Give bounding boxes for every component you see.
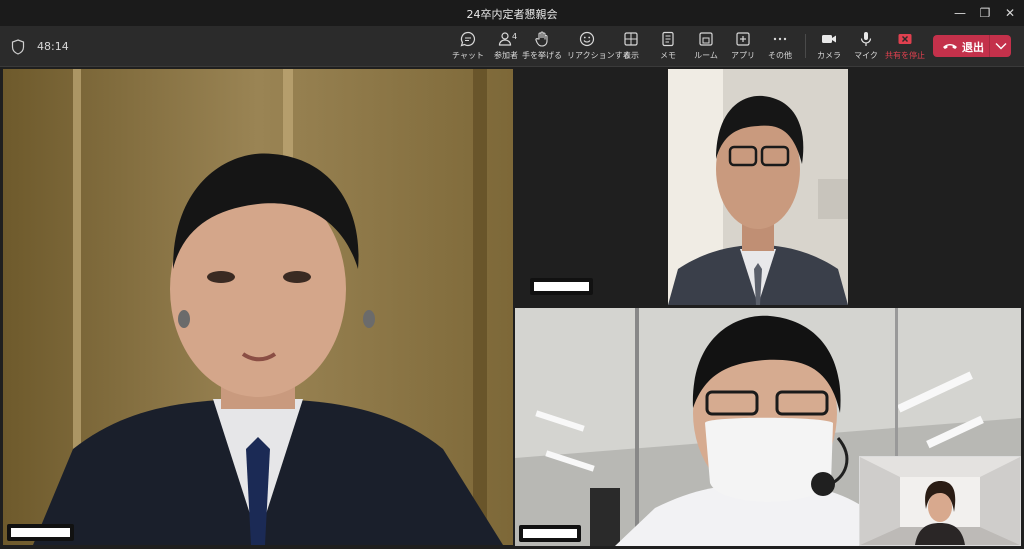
camera-icon	[822, 35, 836, 43]
participants-button[interactable]: 4 参加者	[486, 30, 526, 61]
chat-button[interactable]: チャット	[448, 30, 488, 61]
raise-hand-button[interactable]: 手を挙げる	[522, 30, 562, 61]
chat-icon	[460, 31, 476, 47]
more-button[interactable]: その他	[760, 30, 800, 61]
mic-icon	[860, 32, 872, 46]
video-tile-2[interactable]	[668, 69, 848, 305]
leave-button[interactable]: 退出	[933, 35, 989, 57]
raise-hand-label: 手を挙げる	[522, 51, 562, 60]
self-video	[860, 457, 1020, 545]
participant-name-tag	[519, 525, 581, 542]
title-bar: 24卒内定者懇親会 — ❐ ✕	[0, 0, 1024, 26]
leave-dropdown[interactable]	[989, 35, 1012, 57]
mic-label: マイク	[854, 51, 878, 60]
notes-icon	[662, 31, 674, 47]
camera-label: カメラ	[817, 51, 841, 60]
more-label: その他	[768, 51, 792, 60]
stop-share-icon	[898, 34, 912, 44]
participants-label: 参加者	[494, 51, 518, 60]
view-label: 表示	[623, 51, 639, 60]
rooms-icon	[699, 32, 713, 46]
hand-icon	[535, 31, 548, 47]
meeting-timer: 48:14	[37, 40, 69, 53]
close-icon[interactable]: ✕	[1000, 4, 1020, 22]
leave-label: 退出	[962, 41, 984, 54]
video-tile-1[interactable]	[3, 69, 513, 545]
minimize-icon[interactable]: —	[950, 4, 970, 22]
participant-video	[3, 69, 513, 545]
participant-video	[668, 69, 848, 305]
participant-name-tag	[7, 524, 74, 541]
mic-button[interactable]: マイク	[846, 30, 886, 61]
phone-hangup-icon	[943, 44, 957, 49]
more-icon	[773, 37, 787, 41]
toolbar-divider	[805, 34, 806, 58]
video-tile-3[interactable]	[515, 308, 1021, 546]
react-button[interactable]: リアクションする	[567, 30, 631, 61]
self-view-tile[interactable]	[859, 456, 1021, 546]
camera-button[interactable]: カメラ	[809, 30, 849, 61]
notes-button[interactable]: メモ	[648, 30, 688, 61]
participant-name-tag	[530, 278, 593, 295]
notes-label: メモ	[660, 51, 676, 60]
react-label: リアクションする	[567, 51, 631, 60]
participants-count: 4	[512, 32, 518, 41]
grid-icon	[624, 32, 638, 46]
apps-button[interactable]: アプリ	[723, 30, 763, 61]
chevron-down-icon	[995, 43, 1007, 50]
leave-control: 退出	[933, 35, 1011, 57]
chat-label: チャット	[452, 51, 484, 60]
window-title: 24卒内定者懇親会	[466, 8, 558, 21]
stop-share-button[interactable]: 共有を停止	[885, 30, 925, 61]
view-button[interactable]: 表示	[611, 30, 651, 61]
stop-share-label: 共有を停止	[885, 51, 925, 60]
restore-icon[interactable]: ❐	[975, 4, 995, 22]
smiley-icon	[579, 31, 595, 47]
rooms-label: ルーム	[694, 51, 718, 60]
apps-label: アプリ	[731, 51, 755, 60]
apps-icon	[736, 32, 750, 46]
shield-icon	[11, 39, 25, 55]
rooms-button[interactable]: ルーム	[686, 30, 726, 61]
meeting-toolbar: 48:14 チャット 4 参加者 手を挙げる リアクションする 表示 メモ ルー…	[0, 26, 1024, 67]
